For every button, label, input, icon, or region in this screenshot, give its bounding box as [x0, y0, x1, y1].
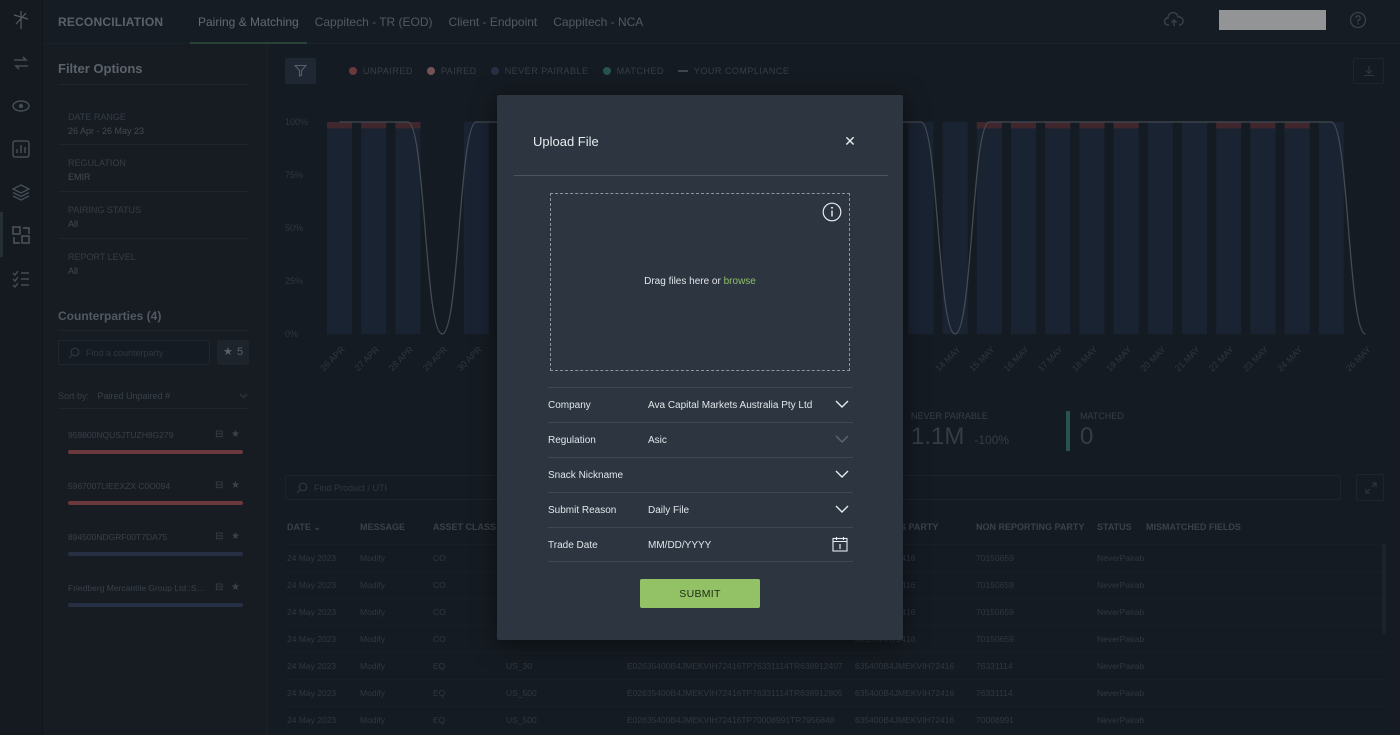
company-value: Ava Capital Markets Australia Pty Ltd	[648, 400, 813, 411]
snack-nickname-label: Snack Nickname	[548, 470, 624, 481]
submit-button[interactable]: SUBMIT	[640, 579, 760, 608]
trade-date-field[interactable]: Trade Date MM/DD/YYYY	[548, 527, 853, 562]
company-field[interactable]: Company Ava Capital Markets Australia Pt…	[548, 387, 853, 422]
browse-link[interactable]: browse	[724, 276, 756, 287]
trade-date-input[interactable]: MM/DD/YYYY	[648, 540, 711, 551]
dialog-title: Upload File	[533, 134, 599, 149]
divider	[548, 561, 853, 562]
regulation-field[interactable]: Regulation Asic	[548, 422, 853, 457]
chevron-down-icon	[835, 435, 849, 443]
close-icon[interactable]: ✕	[842, 134, 858, 150]
file-dropzone[interactable]: Drag files here or browse	[550, 193, 850, 371]
chevron-down-icon[interactable]	[835, 469, 849, 479]
dropzone-prompt: Drag files here or	[644, 276, 724, 287]
company-label: Company	[548, 400, 591, 411]
chevron-down-icon[interactable]	[835, 399, 849, 409]
submit-reason-value: Daily File	[648, 505, 690, 516]
calendar-icon[interactable]	[832, 536, 848, 552]
submit-reason-field[interactable]: Submit Reason Daily File	[548, 492, 853, 527]
trade-date-label: Trade Date	[548, 540, 598, 551]
divider	[514, 175, 888, 176]
chevron-down-icon[interactable]	[835, 504, 849, 514]
upload-file-dialog: Upload File ✕ Drag files here or browse …	[497, 95, 903, 640]
submit-reason-label: Submit Reason	[548, 505, 617, 516]
regulation-value: Asic	[648, 435, 667, 446]
snack-nickname-field[interactable]: Snack Nickname	[548, 457, 853, 492]
regulation-label: Regulation	[548, 435, 596, 446]
info-icon[interactable]	[822, 202, 842, 222]
dropzone-text: Drag files here or browse	[551, 276, 849, 287]
